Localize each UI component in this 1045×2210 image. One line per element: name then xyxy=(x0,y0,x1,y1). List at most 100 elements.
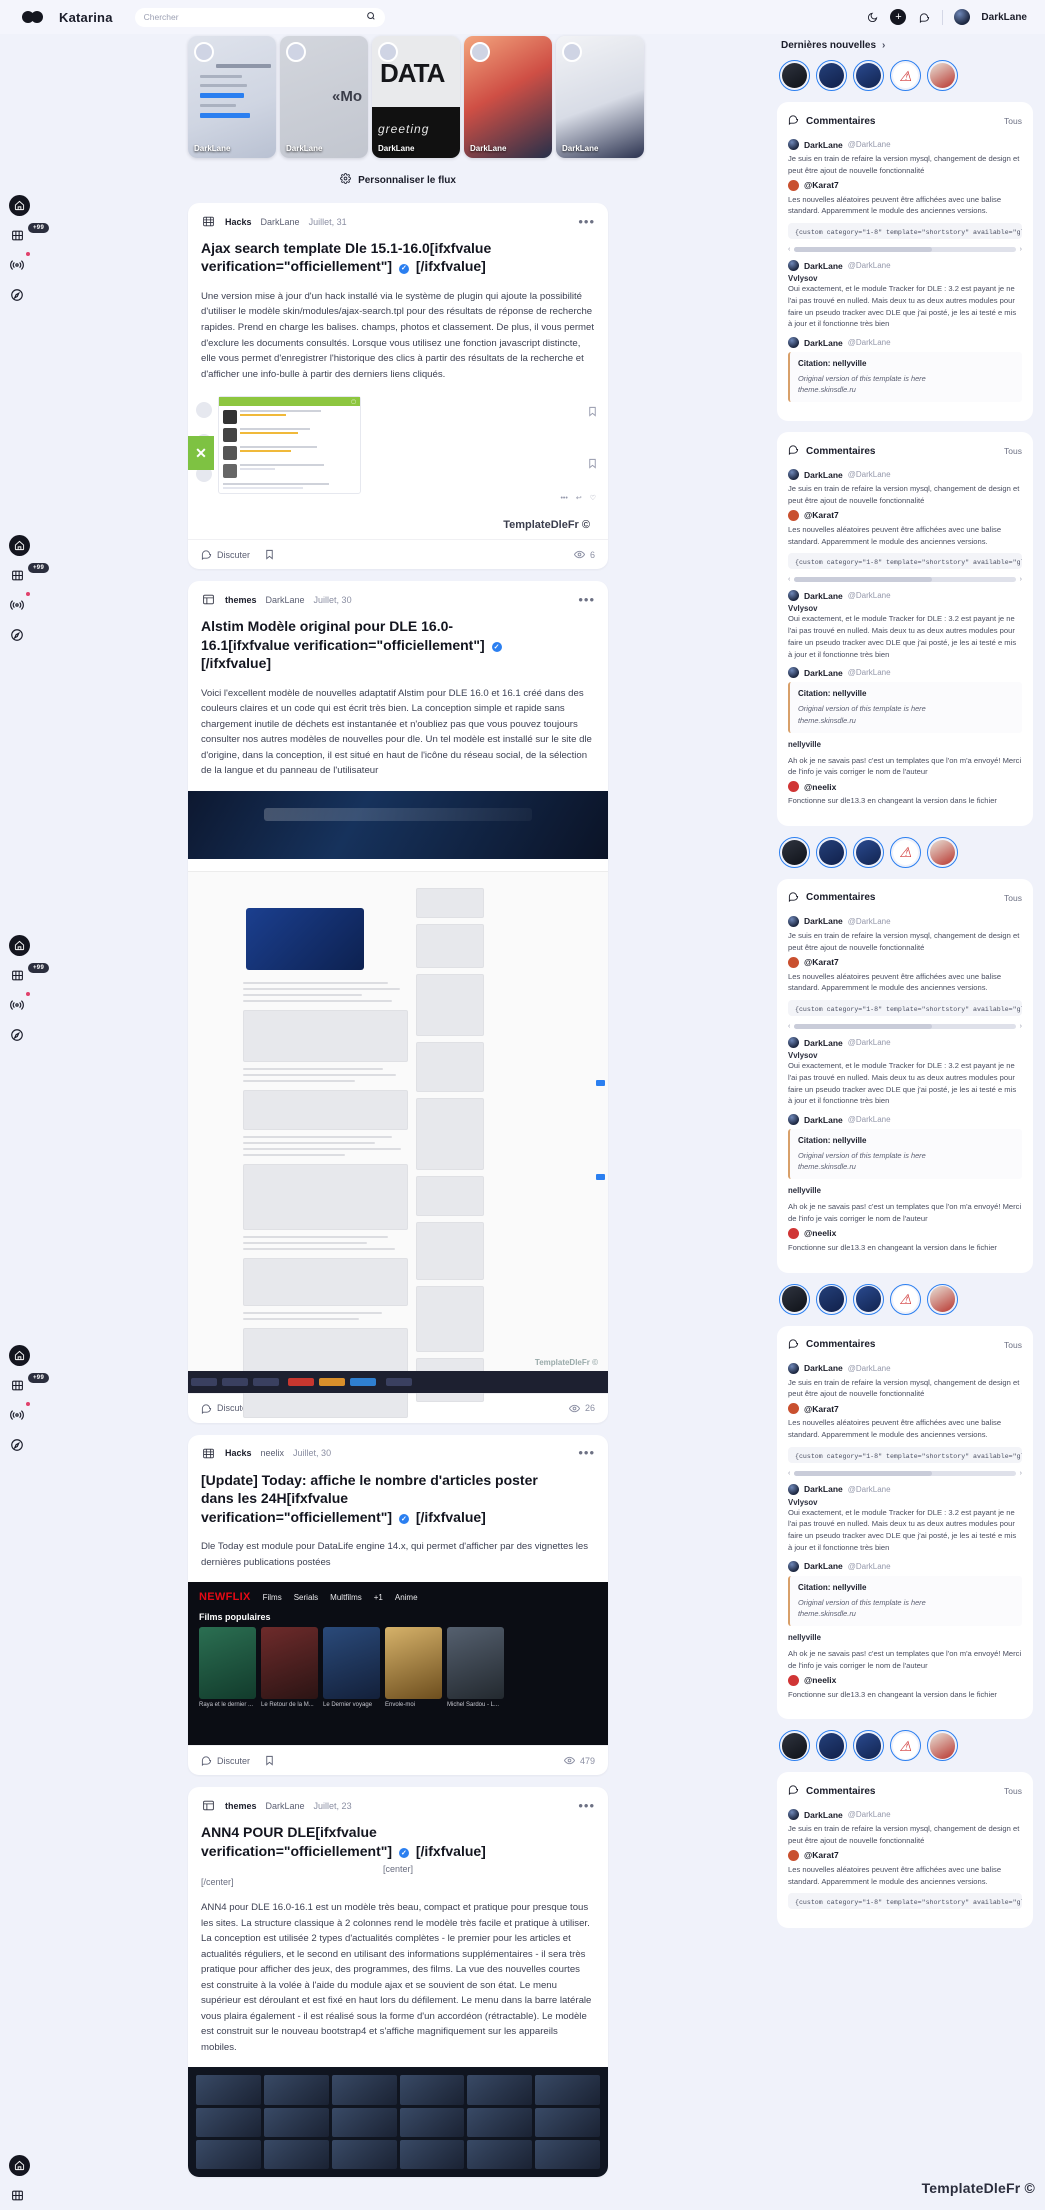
news-bubble[interactable] xyxy=(853,1283,884,1315)
mention-name[interactable]: @Karat7 xyxy=(804,1850,839,1860)
mention-name[interactable]: @Karat7 xyxy=(804,1404,839,1414)
news-story-row[interactable]: ⚠ xyxy=(777,836,1033,868)
post-media-hero[interactable] xyxy=(188,790,608,859)
comment-author[interactable]: nellyville xyxy=(788,1633,1022,1642)
news-bubble[interactable] xyxy=(779,1730,810,1762)
news-bubble[interactable] xyxy=(927,1730,958,1762)
home-icon[interactable] xyxy=(9,2154,30,2176)
comments-all-link[interactable]: Tous xyxy=(1004,893,1022,903)
avatar[interactable] xyxy=(788,915,799,927)
news-bubble-warning[interactable]: ⚠ xyxy=(890,1730,921,1762)
stories-carousel[interactable]: DarkLane «Mo DarkLane DATA greeting Dark… xyxy=(188,34,644,158)
scroll-left-icon[interactable]: ‹ xyxy=(788,1470,790,1477)
comment-mention[interactable]: @Karat7 xyxy=(788,956,1022,968)
newflix-cards[interactable]: Raya et le dernier ... Le Retour de la M… xyxy=(199,1627,597,1709)
comment-author[interactable]: DarkLane xyxy=(804,668,843,678)
news-bubble[interactable] xyxy=(816,836,847,868)
news-bubble[interactable] xyxy=(853,60,884,91)
sidebar-item-live-3[interactable] xyxy=(9,990,43,1020)
movie-card[interactable]: Le Dernier voyage xyxy=(323,1627,380,1709)
compass-icon[interactable] xyxy=(9,627,25,643)
app-logo-icon[interactable] xyxy=(22,11,43,23)
sidebar-item-home-2[interactable] xyxy=(9,530,43,560)
news-bubble-warning[interactable]: ⚠ xyxy=(890,1283,921,1315)
post-media-grid[interactable] xyxy=(188,2067,608,2178)
post-category[interactable]: themes xyxy=(225,1801,257,1811)
comment-handle[interactable]: @DarkLane xyxy=(848,591,891,600)
code-snippet[interactable]: {custom category="1-8" template="shortst… xyxy=(788,1893,1022,1910)
post-menu-icon[interactable]: ••• xyxy=(578,1446,595,1459)
comment-handle[interactable]: @DarkLane xyxy=(848,338,891,347)
news-bubble[interactable] xyxy=(927,836,958,868)
code-snippet[interactable]: {custom category="1-8" template="shortst… xyxy=(788,223,1022,240)
movie-card[interactable]: Le Retour de la M... xyxy=(261,1627,318,1709)
film-icon[interactable] xyxy=(9,967,25,983)
post-category[interactable]: Hacks xyxy=(225,217,252,227)
scroll-left-icon[interactable]: ‹ xyxy=(788,1023,790,1030)
sidebar-item-home-4[interactable] xyxy=(9,1340,43,1370)
latest-news-header[interactable]: Dernières nouvelles › xyxy=(777,40,1033,51)
post-media-doc[interactable]: TemplateDleFr © xyxy=(188,870,608,1418)
discuss-button[interactable]: Discuter xyxy=(201,1755,250,1767)
comment-handle[interactable]: @DarkLane xyxy=(848,1364,891,1373)
post-author[interactable]: DarkLane xyxy=(266,1801,305,1811)
news-bubble[interactable] xyxy=(853,1730,884,1762)
nav-plus1[interactable]: +1 xyxy=(374,1593,383,1602)
sidebar-item-explore-2[interactable] xyxy=(9,620,43,650)
film-icon[interactable] xyxy=(9,227,25,243)
scroll-right-icon[interactable]: › xyxy=(1020,246,1022,253)
comment-handle[interactable]: @DarkLane xyxy=(848,1038,891,1047)
nav-anime[interactable]: Anime xyxy=(395,1593,418,1602)
news-story-row[interactable]: ⚠ xyxy=(777,60,1033,91)
post-title[interactable]: Alstim Modèle original pour DLE 16.0- 16… xyxy=(188,607,608,672)
comment-author[interactable]: DarkLane xyxy=(804,261,843,271)
home-icon[interactable] xyxy=(9,934,30,956)
newflix-nav[interactable]: NEWFLIX Films Serials Multfilms +1 Anime xyxy=(199,1591,597,1603)
comment-author[interactable]: DarkLane xyxy=(804,591,843,601)
search-input[interactable] xyxy=(143,12,366,22)
news-bubble[interactable] xyxy=(927,1283,958,1315)
news-bubble[interactable] xyxy=(853,836,884,868)
avatar[interactable] xyxy=(788,260,799,272)
sidebar-item-explore[interactable] xyxy=(9,280,43,310)
message-icon[interactable] xyxy=(917,10,931,24)
post-author[interactable]: DarkLane xyxy=(261,217,300,227)
post-title[interactable]: [Update] Today: affiche le nombre d'arti… xyxy=(188,1461,608,1526)
media-reply-icon[interactable]: ↩ xyxy=(576,494,582,502)
scroll-left-icon[interactable]: ‹ xyxy=(788,576,790,583)
comment-handle[interactable]: @DarkLane xyxy=(848,470,891,479)
search-box[interactable] xyxy=(134,7,385,27)
media-heart-icon[interactable]: ♡ xyxy=(590,494,596,502)
comment-author[interactable]: DarkLane xyxy=(804,470,843,480)
story-card[interactable]: DarkLane xyxy=(464,36,552,158)
comments-all-link[interactable]: Tous xyxy=(1004,446,1022,456)
comment-handle[interactable]: @DarkLane xyxy=(848,1485,891,1494)
news-bubble-warning[interactable]: ⚠ xyxy=(890,60,921,91)
mention-name[interactable]: @neelix xyxy=(804,1228,836,1238)
post-author[interactable]: DarkLane xyxy=(266,595,305,605)
comment-mention[interactable]: @neelix xyxy=(788,1674,1022,1686)
sidebar-item-media-3[interactable]: +99 xyxy=(9,960,50,990)
news-bubble[interactable] xyxy=(927,60,958,91)
comment-handle[interactable]: @DarkLane xyxy=(848,261,891,270)
story-card[interactable]: DarkLane xyxy=(188,36,276,158)
avatar[interactable] xyxy=(788,337,799,349)
comment-author[interactable]: DarkLane xyxy=(804,1810,843,1820)
compass-icon[interactable] xyxy=(9,1437,25,1453)
code-snippet[interactable]: {custom category="1-8" template="shortst… xyxy=(788,1446,1022,1463)
avatar[interactable] xyxy=(788,1037,799,1049)
story-card[interactable]: «Mo DarkLane xyxy=(280,36,368,158)
comment-author[interactable]: DarkLane xyxy=(804,1038,843,1048)
broadcast-icon[interactable] xyxy=(9,1407,25,1423)
comment-mention[interactable]: @Karat7 xyxy=(788,1849,1022,1861)
bookmark-button[interactable] xyxy=(264,549,275,560)
comment-author[interactable]: DarkLane xyxy=(804,1561,843,1571)
avatar[interactable] xyxy=(788,1114,799,1126)
sidebar-item-explore-3[interactable] xyxy=(9,1020,43,1050)
sidebar-item-media[interactable]: +99 xyxy=(9,220,50,250)
news-bubble[interactable] xyxy=(779,1283,810,1315)
avatar[interactable] xyxy=(788,1483,799,1495)
code-scrollbar[interactable]: ‹ › xyxy=(788,1470,1022,1477)
mention-name[interactable]: @neelix xyxy=(804,1675,836,1685)
comment-handle[interactable]: @DarkLane xyxy=(848,1562,891,1571)
